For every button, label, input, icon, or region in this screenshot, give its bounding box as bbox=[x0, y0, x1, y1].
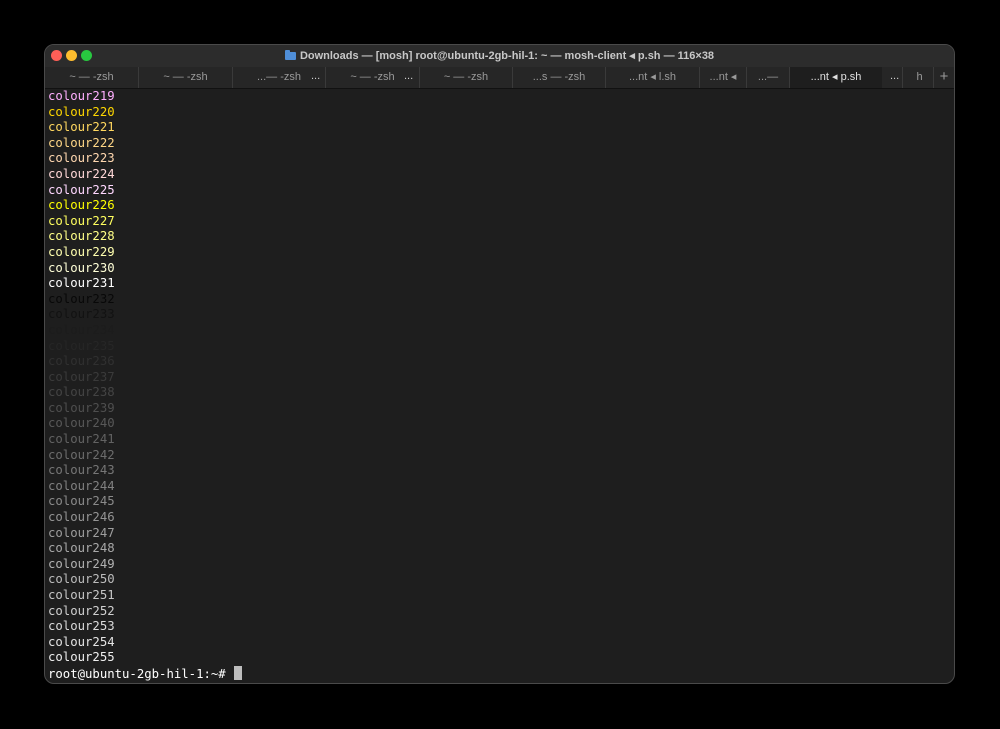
tab-label: ...nt ◂ bbox=[709, 71, 737, 83]
terminal-line: colour231 bbox=[48, 276, 115, 291]
terminal-line: colour244 bbox=[48, 478, 115, 493]
tab-7[interactable]: ...nt ◂ l.sh bbox=[605, 67, 699, 88]
tab-label: ...— bbox=[757, 71, 779, 83]
prompt-line[interactable]: root@ubuntu-2gb-hil-1:~# bbox=[48, 665, 954, 682]
terminal-line: colour233 bbox=[48, 307, 115, 322]
tab-5[interactable]: ~ — -zsh bbox=[419, 67, 512, 88]
terminal-line: colour249 bbox=[48, 556, 115, 571]
folder-icon bbox=[284, 50, 296, 60]
tab-1[interactable]: ~ — -zsh bbox=[45, 67, 138, 88]
tab-label: ...nt ◂ p.sh bbox=[810, 71, 862, 83]
terminal-line: colour239 bbox=[48, 400, 115, 415]
tab-label: ~ — -zsh bbox=[443, 71, 489, 83]
terminal-line: colour246 bbox=[48, 510, 115, 525]
terminal-line: colour220 bbox=[48, 104, 115, 119]
terminal-line: colour245 bbox=[48, 494, 115, 509]
tab-label: h bbox=[916, 71, 923, 83]
terminal-line: colour235 bbox=[48, 338, 115, 353]
terminal-line: colour247 bbox=[48, 525, 115, 540]
terminal-line: colour237 bbox=[48, 369, 115, 384]
terminal-line: colour243 bbox=[48, 463, 115, 478]
terminal-line: colour255 bbox=[48, 650, 115, 665]
terminal-line: colour234 bbox=[48, 322, 115, 337]
terminal-line: colour221 bbox=[48, 120, 115, 135]
terminal-line: colour238 bbox=[48, 385, 115, 400]
tab-overflow-ellipsis: ... bbox=[404, 70, 414, 82]
tab-label: ~ — -zsh bbox=[350, 71, 395, 83]
tab-10-active[interactable]: ...nt ◂ p.sh bbox=[789, 67, 882, 88]
tab-overflow-ellipsis: ... bbox=[890, 70, 900, 82]
terminal-line: colour248 bbox=[48, 541, 115, 556]
terminal-line: colour250 bbox=[48, 572, 115, 587]
tab-9[interactable]: ...— bbox=[746, 67, 789, 88]
terminal-line: colour236 bbox=[48, 354, 115, 369]
terminal-window: Downloads — [mosh] root@ubuntu-2gb-hil-1… bbox=[44, 44, 955, 684]
terminal-line: colour222 bbox=[48, 135, 115, 150]
tab-bar: ~ — -zsh ~ — -zsh ...— -zsh ... ~ — -zsh… bbox=[45, 67, 954, 89]
tab-8[interactable]: ...nt ◂ bbox=[699, 67, 746, 88]
terminal-line: colour219 bbox=[48, 89, 115, 103]
terminal-line: colour229 bbox=[48, 244, 115, 259]
tab-label: ...s — -zsh bbox=[532, 71, 586, 83]
terminal-line: colour252 bbox=[48, 603, 115, 618]
terminal-line: colour223 bbox=[48, 151, 115, 166]
new-tab-button[interactable]: + bbox=[933, 67, 954, 88]
terminal-line: colour228 bbox=[48, 229, 115, 244]
terminal-line: colour227 bbox=[48, 213, 115, 228]
terminal-line: colour253 bbox=[48, 619, 115, 634]
window-title-text: Downloads — [mosh] root@ubuntu-2gb-hil-1… bbox=[299, 50, 715, 62]
tab-label: ...nt ◂ l.sh bbox=[628, 71, 677, 83]
terminal-line: colour230 bbox=[48, 260, 115, 275]
tab-label: ~ — -zsh bbox=[163, 71, 208, 83]
terminal-line: colour225 bbox=[48, 182, 115, 197]
terminal-line: colour254 bbox=[48, 634, 115, 649]
terminal-line: colour240 bbox=[48, 416, 115, 431]
terminal-line: colour224 bbox=[48, 166, 115, 181]
terminal-line: colour232 bbox=[48, 291, 115, 306]
terminal-line: colour226 bbox=[48, 198, 115, 213]
tab-11[interactable]: h bbox=[902, 67, 936, 88]
tab-label: ...— -zsh bbox=[256, 71, 301, 83]
terminal-line: colour251 bbox=[48, 588, 115, 602]
terminal-output[interactable]: colour219 colour220 colour221 colour222 colo… bbox=[48, 89, 954, 683]
terminal-line: colour241 bbox=[48, 432, 115, 447]
terminal-line: colour242 bbox=[48, 447, 115, 462]
shell-prompt: root@ubuntu-2gb-hil-1:~# bbox=[48, 666, 234, 681]
title-bar[interactable]: Downloads — [mosh] root@ubuntu-2gb-hil-1… bbox=[45, 45, 954, 67]
tab-overflow-ellipsis: ... bbox=[311, 70, 321, 82]
tab-2[interactable]: ~ — -zsh bbox=[138, 67, 232, 88]
window-title: Downloads — [mosh] root@ubuntu-2gb-hil-1… bbox=[45, 45, 954, 67]
tab-6[interactable]: ...s — -zsh bbox=[512, 67, 605, 88]
text-cursor bbox=[234, 665, 243, 680]
tab-label: ~ — -zsh bbox=[69, 71, 114, 83]
